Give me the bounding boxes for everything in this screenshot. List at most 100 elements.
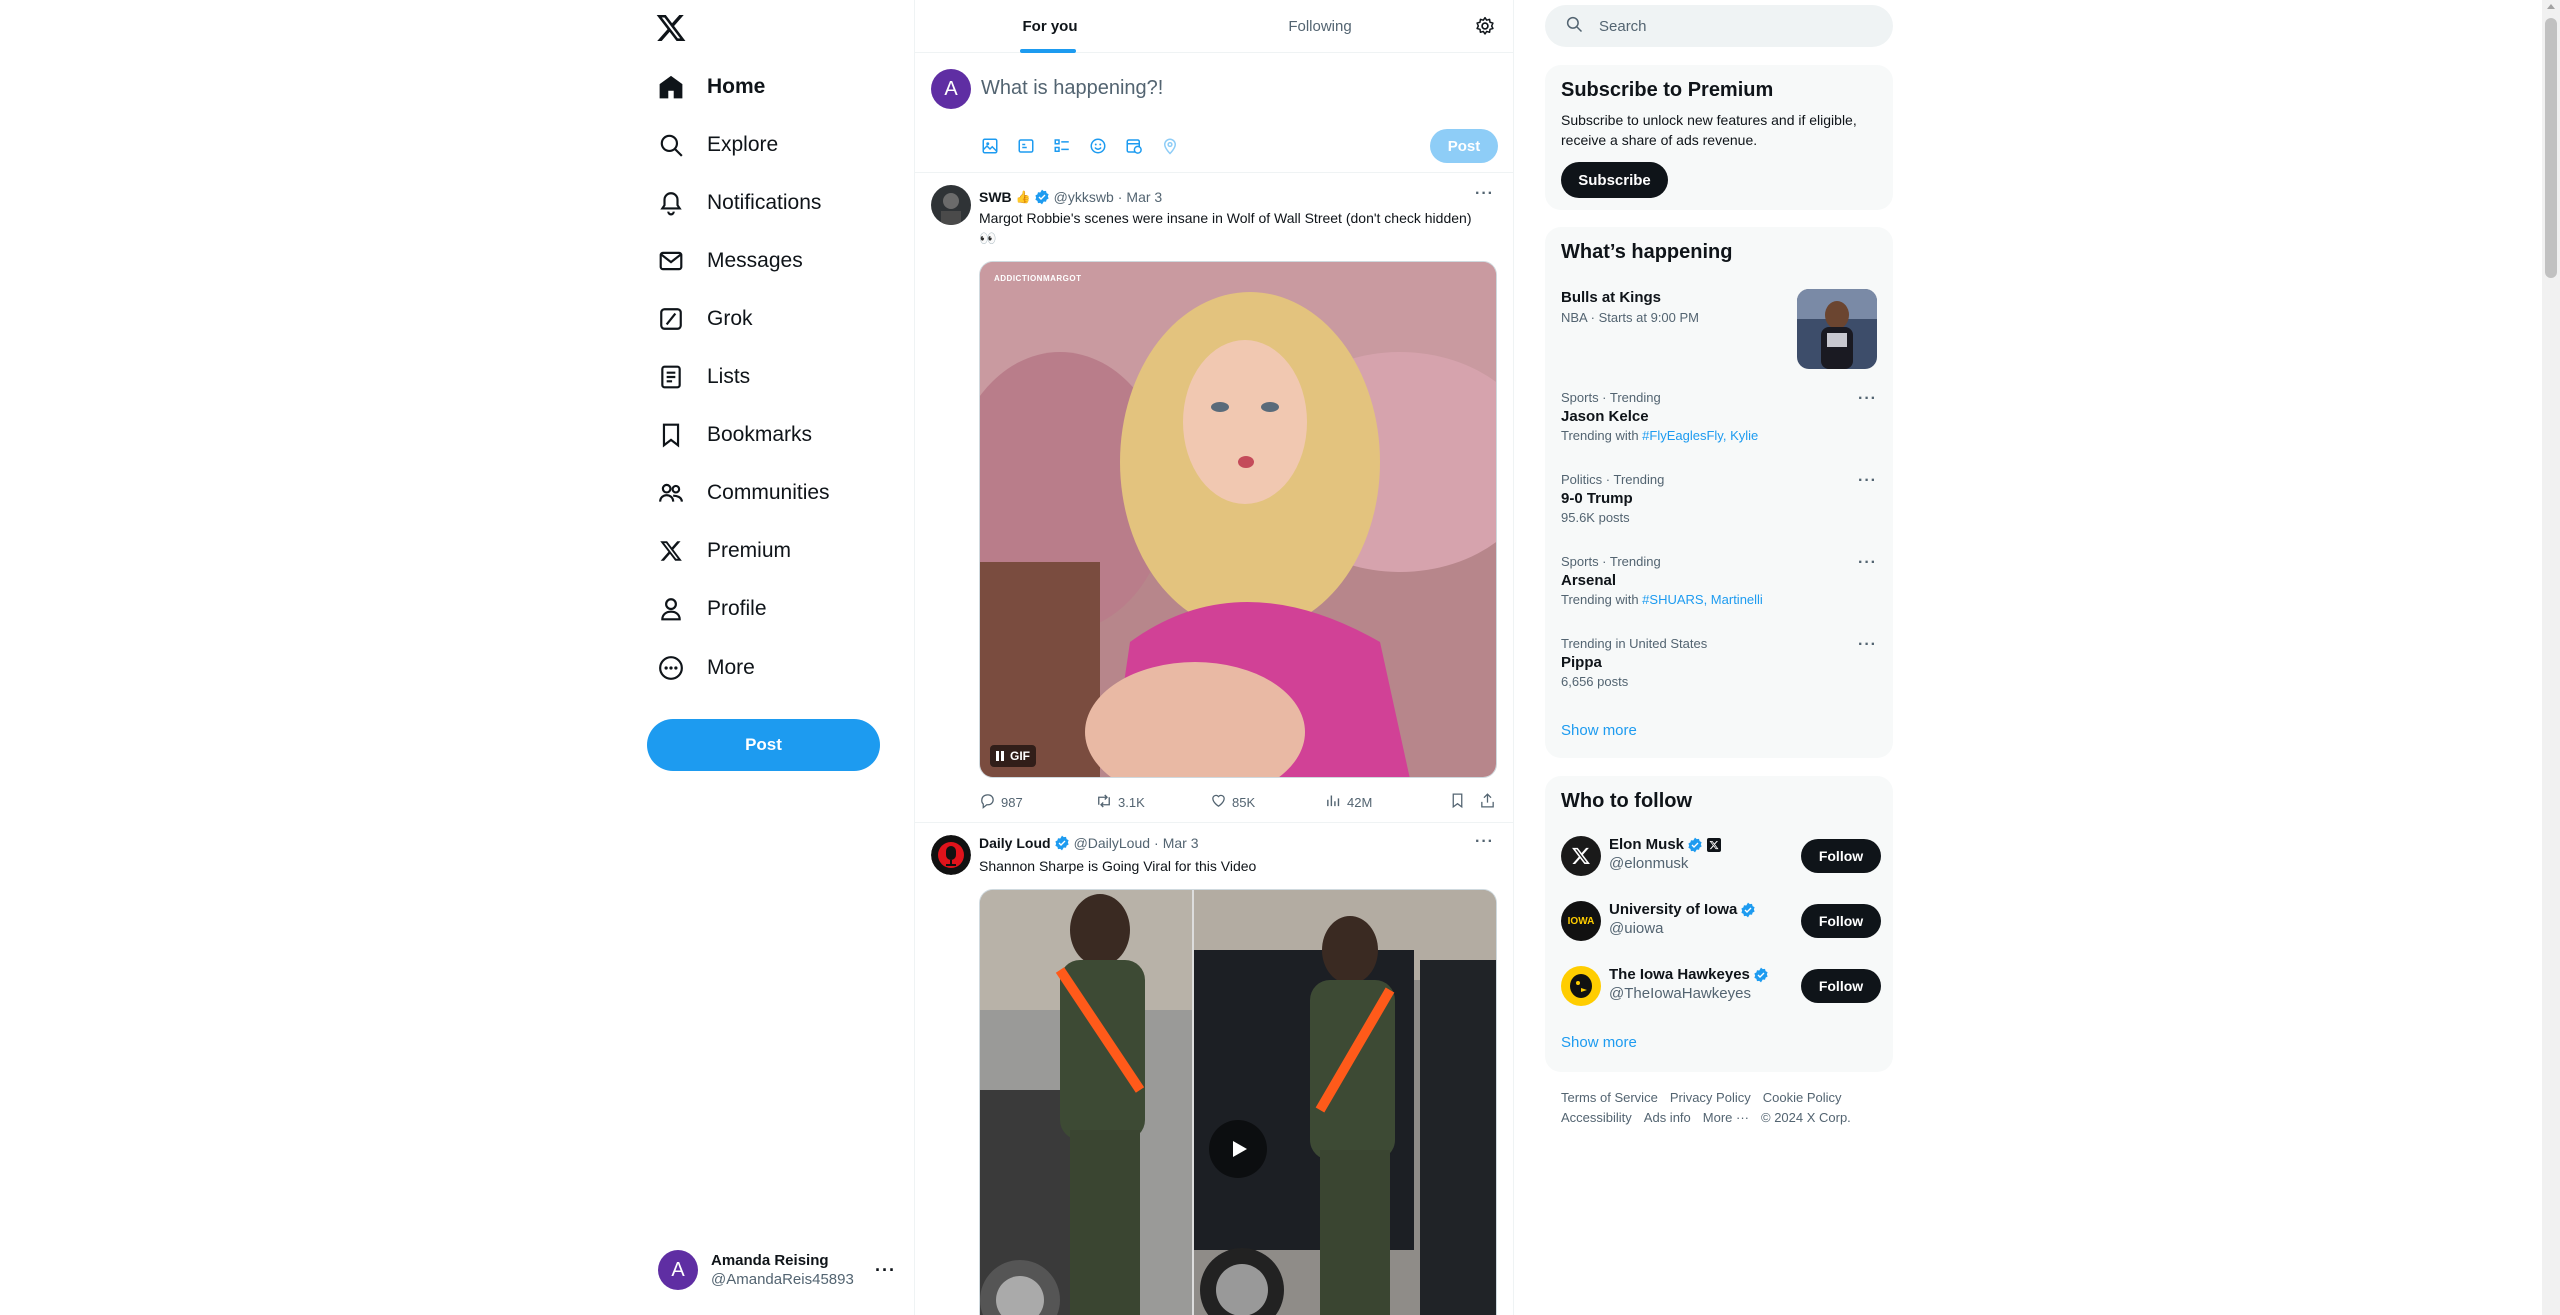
nav-item-premium[interactable]: Premium — [645, 526, 895, 576]
more-icon[interactable]: ··· — [1858, 390, 1877, 408]
nav-item-home[interactable]: Home — [645, 62, 895, 112]
author-handle[interactable]: @ykkswb — [1054, 189, 1114, 205]
location-icon[interactable] — [1159, 135, 1181, 157]
footer-link[interactable]: More ··· — [1703, 1110, 1749, 1125]
trend-item[interactable]: Sports · Trending Jason Kelce Trending w… — [1561, 390, 1877, 443]
more-icon[interactable]: ··· — [1858, 636, 1877, 654]
footer-link[interactable]: Cookie Policy — [1763, 1090, 1842, 1105]
nav-item-grok[interactable]: Grok — [645, 294, 895, 344]
tweet[interactable]: SWB 👍 @ykkswb · Mar 3 ··· Margot Robbie'… — [915, 173, 1513, 823]
nav-item-explore[interactable]: Explore — [645, 120, 895, 170]
repost-button[interactable]: 3.1K — [1095, 792, 1145, 813]
list-icon — [657, 363, 685, 391]
more-icon: ··· — [875, 1260, 896, 1280]
follow-button[interactable]: Follow — [1801, 839, 1881, 873]
grok-icon — [657, 305, 685, 333]
poll-icon[interactable] — [1051, 135, 1073, 157]
nav-item-more[interactable]: More — [645, 643, 895, 693]
follow-suggestion[interactable]: The Iowa Hawkeyes @TheIowaHawkeyes Follo… — [1561, 964, 1881, 1008]
repost-icon — [1095, 792, 1113, 813]
who-to-follow-title: Who to follow — [1561, 790, 1693, 812]
footer-link[interactable]: Privacy Policy — [1670, 1090, 1751, 1105]
bookmark-button[interactable] — [1449, 792, 1466, 812]
gif-icon[interactable] — [1015, 135, 1037, 157]
author-name[interactable]: Daily Loud — [979, 835, 1051, 851]
tweet-media[interactable] — [979, 889, 1497, 1315]
trend-item[interactable]: Trending in United States Pippa 6,656 po… — [1561, 636, 1877, 689]
verified-badge-icon — [1034, 189, 1050, 205]
views-button[interactable]: 42M — [1325, 792, 1372, 812]
verified-badge-icon — [1740, 902, 1756, 918]
nav-item-communities[interactable]: Communities — [645, 468, 895, 518]
trend-item[interactable]: Sports · Trending Arsenal Trending with … — [1561, 554, 1877, 607]
tab-following-label: Following — [1288, 18, 1352, 35]
x-logo-icon[interactable] — [655, 12, 687, 44]
author-name[interactable]: SWB — [979, 189, 1012, 205]
x-affiliate-badge-icon — [1707, 837, 1722, 852]
subscribe-button[interactable]: Subscribe — [1561, 162, 1668, 198]
nav-item-notifications[interactable]: Notifications — [645, 178, 895, 228]
trend-links[interactable]: #FlyEaglesFly, Kylie — [1642, 428, 1758, 443]
premium-description: Subscribe to unlock new features and if … — [1561, 112, 1857, 148]
emoji-icon[interactable] — [1087, 135, 1109, 157]
tweet[interactable]: Daily Loud @DailyLoud · Mar 3 ··· Shanno… — [915, 823, 1513, 1315]
more-icon[interactable]: ··· — [1858, 554, 1877, 572]
tweet-date[interactable]: Mar 3 — [1126, 189, 1162, 205]
compose-post-button[interactable]: Post — [1430, 129, 1498, 163]
nav-item-profile[interactable]: Profile — [645, 584, 895, 634]
nav-label-profile: Profile — [707, 597, 767, 620]
avatar[interactable] — [931, 835, 971, 875]
verified-badge-icon — [1687, 837, 1703, 853]
nav-item-messages[interactable]: Messages — [645, 236, 895, 286]
heart-icon — [1210, 792, 1227, 812]
tweet-date[interactable]: Mar 3 — [1163, 835, 1199, 851]
search-icon — [1565, 15, 1583, 38]
post-button[interactable]: Post — [647, 719, 880, 771]
like-button[interactable]: 85K — [1210, 792, 1255, 812]
gif-image — [980, 262, 1496, 777]
more-icon[interactable]: ··· — [1858, 472, 1877, 490]
account-switcher[interactable]: A Amanda Reising @AmandaReis45893 ··· — [645, 1240, 895, 1300]
envelope-icon — [657, 247, 685, 275]
author-handle[interactable]: @DailyLoud — [1074, 835, 1150, 851]
trend-item[interactable]: Politics · Trending 9-0 Trump 95.6K post… — [1561, 472, 1877, 525]
show-more-link[interactable]: Show more — [1561, 1034, 1637, 1051]
nav-item-lists[interactable]: Lists — [645, 352, 895, 402]
follow-suggestion[interactable]: IOWA University of Iowa @uiowa Follow — [1561, 899, 1881, 943]
account-name: Amanda Reising — [711, 1252, 829, 1269]
follow-suggestion[interactable]: Elon Musk @elonmusk Follow — [1561, 834, 1881, 878]
nav-label-grok: Grok — [707, 307, 753, 330]
more-icon[interactable]: ··· — [1475, 185, 1494, 203]
avatar[interactable] — [931, 185, 971, 225]
compose-input[interactable]: What is happening?! — [981, 77, 1163, 100]
tweet-media[interactable]: ADDICTIONMARGOT GIF — [979, 261, 1497, 778]
views-icon — [1325, 792, 1342, 812]
page-scrollbar[interactable] — [2542, 0, 2560, 1315]
reply-button[interactable]: 987 — [979, 792, 1023, 812]
gif-pause-control[interactable]: GIF — [990, 745, 1036, 767]
footer-link[interactable]: Terms of Service — [1561, 1090, 1658, 1105]
play-icon[interactable] — [1209, 1120, 1267, 1178]
search-input[interactable]: Search — [1545, 5, 1893, 47]
tab-following[interactable]: Following — [1185, 0, 1455, 53]
composer-toolbar — [979, 135, 1181, 157]
schedule-icon[interactable] — [1123, 135, 1145, 157]
scrollbar-thumb[interactable] — [2545, 18, 2557, 278]
tab-for-you[interactable]: For you — [915, 0, 1185, 53]
nav-item-bookmarks[interactable]: Bookmarks — [645, 410, 895, 460]
image-icon[interactable] — [979, 135, 1001, 157]
footer-link[interactable]: Accessibility — [1561, 1110, 1632, 1125]
nav-label-explore: Explore — [707, 133, 779, 156]
bookmark-icon — [1449, 792, 1466, 812]
follow-button[interactable]: Follow — [1801, 969, 1881, 1003]
share-button[interactable] — [1479, 792, 1496, 812]
trend-event[interactable]: Bulls at Kings NBA · Starts at 9:00 PM — [1561, 289, 1877, 369]
trend-links[interactable]: #SHUARS, Martinelli — [1642, 592, 1763, 607]
follow-button[interactable]: Follow — [1801, 904, 1881, 938]
show-more-link[interactable]: Show more — [1561, 722, 1637, 739]
gear-icon[interactable] — [1475, 16, 1495, 36]
scroll-up-arrow-icon[interactable] — [2547, 4, 2555, 9]
avatar: A — [931, 69, 971, 109]
footer-link[interactable]: Ads info — [1644, 1110, 1691, 1125]
more-icon[interactable]: ··· — [1475, 833, 1494, 851]
